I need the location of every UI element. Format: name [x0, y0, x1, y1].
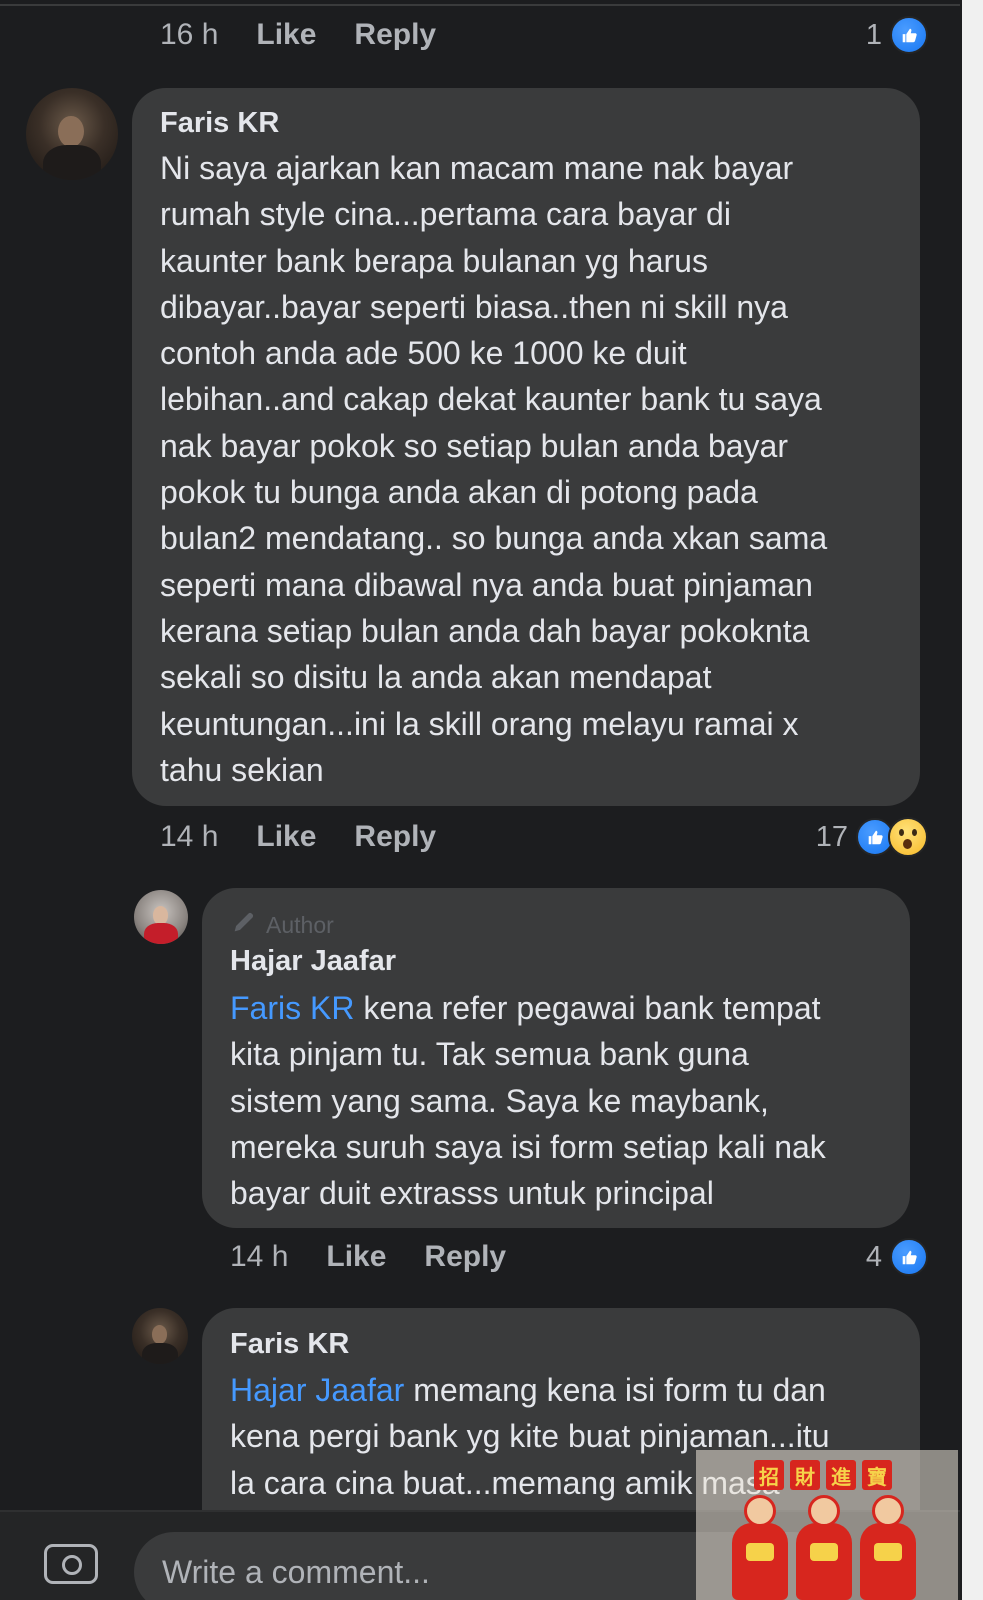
watermark-sticker: 招 財 進 寶 [696, 1450, 958, 1600]
reaction-count: 1 [865, 18, 882, 51]
comment-text: Ni saya ajarkan kan macam mane nak bayar… [160, 145, 910, 793]
watermark-title: 招 財 進 寶 [754, 1460, 892, 1490]
reaction-summary[interactable]: 17 [816, 817, 928, 857]
reaction-count: 4 [865, 1240, 882, 1273]
reaction-summary[interactable]: 1 [866, 15, 928, 55]
wow-icon [888, 817, 928, 857]
avatar[interactable] [132, 1308, 188, 1364]
comment-text: Faris KR kena refer pegawai bank tempat … [230, 985, 900, 1216]
top-divider [0, 4, 960, 6]
fortune-god-figure [796, 1495, 852, 1600]
comment-line: kita pinjam tu. Tak semua bank guna [230, 1036, 749, 1073]
comment-line: Hajar Jaafar memang kena isi form tu dan [230, 1372, 826, 1408]
author-badge-label: Author [266, 911, 334, 938]
comment-author-name[interactable]: Faris KR [160, 107, 279, 140]
comment-author-name[interactable]: Faris KR [230, 1328, 349, 1361]
comment-line: rumah style cina...pertama cara bayar di [160, 196, 731, 233]
comment-line: sekali so disitu la anda akan mendapat [160, 659, 712, 696]
comment-timestamp: 14 h [230, 1240, 289, 1273]
comment-author-name[interactable]: Hajar Jaafar [230, 945, 396, 978]
like-button[interactable]: Like [256, 18, 316, 52]
like-icon [890, 1238, 928, 1276]
comment-timestamp: 16 h [160, 18, 219, 51]
comment-meta: 14 h Like Reply 17 [160, 817, 928, 857]
comment-line: seperti mana dibawal nya anda buat pinja… [160, 566, 813, 603]
like-button[interactable]: Like [326, 1240, 386, 1274]
comment-thread-screen: 16 h Like Reply 1 Faris KR Ni saya ajark… [0, 0, 983, 1600]
mention-link[interactable]: Faris KR [230, 990, 354, 1026]
comment-line: sistem yang sama. Saya ke maybank, [230, 1082, 769, 1119]
comment-line: Ni saya ajarkan kan macam mane nak bayar [160, 150, 794, 186]
reply-bubble: Author Hajar Jaafar Faris KR kena refer … [202, 888, 910, 1228]
comment-line: Faris KR kena refer pegawai bank tempat [230, 990, 821, 1026]
prev-comment-meta: 16 h Like Reply 1 [160, 15, 928, 55]
reply-meta: 14 h Like Reply 4 [230, 1237, 928, 1277]
fortune-god-figure [732, 1495, 788, 1600]
like-button[interactable]: Like [256, 820, 316, 854]
comment-line: dibayar..bayar seperti biasa..then ni sk… [160, 288, 788, 325]
comment-line: contoh anda ade 500 ke 1000 ke duit [160, 335, 687, 372]
mention-link[interactable]: Hajar Jaafar [230, 1372, 404, 1408]
pencil-icon [230, 908, 258, 942]
reaction-summary[interactable]: 4 [866, 1237, 928, 1277]
reply-button[interactable]: Reply [424, 1240, 506, 1274]
comment-line: bayar duit extrasss untuk principal [230, 1175, 714, 1212]
comment-line: bulan2 mendatang.. so bunga anda xkan sa… [160, 520, 828, 557]
comment-line: keuntungan...ini la skill orang melayu r… [160, 705, 799, 742]
reply-button[interactable]: Reply [354, 18, 436, 52]
comment-line: tahu sekian [160, 751, 324, 788]
right-margin [962, 0, 983, 1600]
comment-line: nak bayar pokok so setiap bulan anda bay… [160, 427, 788, 464]
comment-line: lebihan..and cakap dekat kaunter bank tu… [160, 381, 822, 418]
avatar[interactable] [134, 890, 188, 944]
avatar[interactable] [26, 88, 118, 180]
author-badge: Author [230, 908, 334, 942]
camera-icon[interactable] [44, 1544, 98, 1584]
comment-line: kaunter bank berapa bulanan yg harus [160, 242, 708, 279]
comment-timestamp: 14 h [160, 820, 219, 853]
comment-line: kerana setiap bulan anda dah bayar pokok… [160, 612, 810, 649]
comment-line: mereka suruh saya isi form setiap kali n… [230, 1128, 826, 1165]
comment-bubble: Faris KR Ni saya ajarkan kan macam mane … [132, 88, 920, 806]
fortune-god-figure [860, 1495, 916, 1600]
comment-line: pokok tu bunga anda akan di potong pada [160, 474, 758, 511]
like-icon [890, 16, 928, 54]
reply-button[interactable]: Reply [354, 820, 436, 854]
reaction-count: 17 [815, 820, 848, 853]
